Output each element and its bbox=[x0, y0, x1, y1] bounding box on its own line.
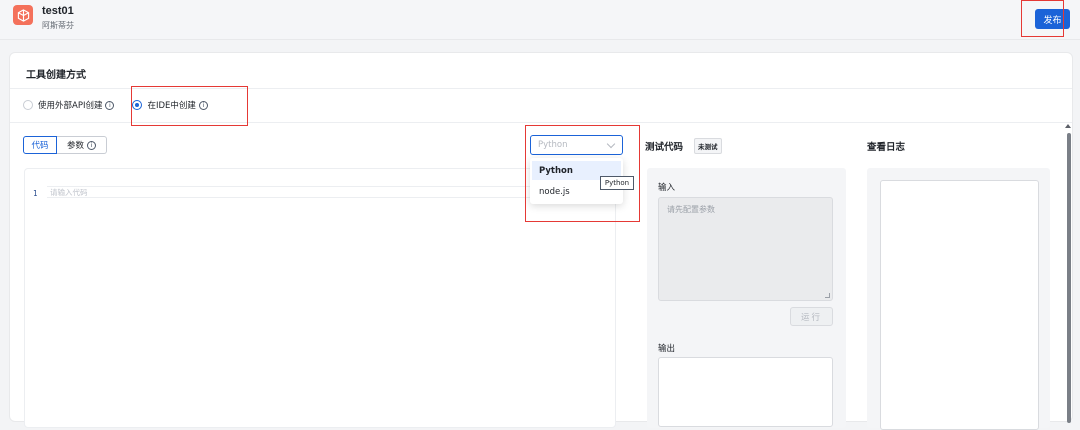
app-title: test01 bbox=[42, 5, 74, 17]
divider bbox=[10, 88, 1072, 89]
select-placeholder: Python bbox=[538, 140, 568, 150]
info-icon[interactable]: i bbox=[105, 100, 115, 110]
test-code-title: 测试代码 bbox=[645, 142, 684, 153]
chevron-down-icon bbox=[606, 139, 616, 149]
tab-params[interactable]: 参数 i bbox=[57, 136, 107, 154]
tab-code[interactable]: 代码 bbox=[23, 136, 57, 154]
scrollbar[interactable] bbox=[1067, 133, 1071, 423]
run-button[interactable]: 运行 bbox=[790, 307, 833, 326]
tool-creation-card: 工具创建方式 使用外部API创建 i 在IDE中创建 i 代码 参数 i Pyth… bbox=[9, 52, 1073, 430]
editor-tabs: 代码 参数 i bbox=[23, 136, 107, 154]
radio-circle-selected[interactable] bbox=[132, 100, 143, 110]
creation-mode-radios: 使用外部API创建 i 在IDE中创建 i bbox=[23, 99, 208, 111]
line-number: 1 bbox=[33, 189, 38, 198]
test-output-field bbox=[658, 357, 833, 427]
info-icon[interactable]: i bbox=[87, 140, 96, 150]
language-select[interactable]: Python bbox=[530, 135, 623, 155]
tab-label: 参数 bbox=[66, 141, 84, 151]
app-subtitle: 阿斯蒂芬 bbox=[42, 21, 74, 30]
code-editor[interactable]: 1 请输入代码 bbox=[24, 168, 616, 428]
output-label: 输出 bbox=[658, 344, 676, 354]
radio-label: 使用外部API创建 bbox=[38, 101, 103, 111]
current-line bbox=[47, 186, 607, 198]
radio-option-ide[interactable]: 在IDE中创建 i bbox=[132, 99, 208, 111]
resize-handle-icon[interactable] bbox=[825, 293, 830, 298]
status-badge: 未测试 bbox=[694, 138, 722, 154]
radio-option-external-api[interactable]: 使用外部API创建 i bbox=[23, 99, 115, 111]
input-placeholder: 请先配置参数 bbox=[667, 205, 715, 214]
code-placeholder: 请输入代码 bbox=[50, 188, 88, 197]
app-cube-icon bbox=[13, 5, 33, 25]
top-bar: test01 阿斯蒂芬 发布 bbox=[0, 0, 1080, 40]
tooltip: Python bbox=[600, 176, 634, 190]
scroll-up-icon[interactable] bbox=[1065, 124, 1071, 128]
info-icon[interactable]: i bbox=[198, 100, 208, 110]
radio-circle[interactable] bbox=[23, 100, 33, 110]
log-output bbox=[880, 180, 1039, 430]
publish-button[interactable]: 发布 bbox=[1035, 9, 1070, 29]
section-title: 工具创建方式 bbox=[26, 70, 86, 81]
test-input-field[interactable]: 请先配置参数 bbox=[658, 197, 833, 301]
radio-label: 在IDE中创建 bbox=[147, 101, 196, 111]
input-label: 输入 bbox=[658, 183, 676, 193]
log-title: 查看日志 bbox=[867, 142, 906, 153]
divider bbox=[10, 122, 1072, 123]
